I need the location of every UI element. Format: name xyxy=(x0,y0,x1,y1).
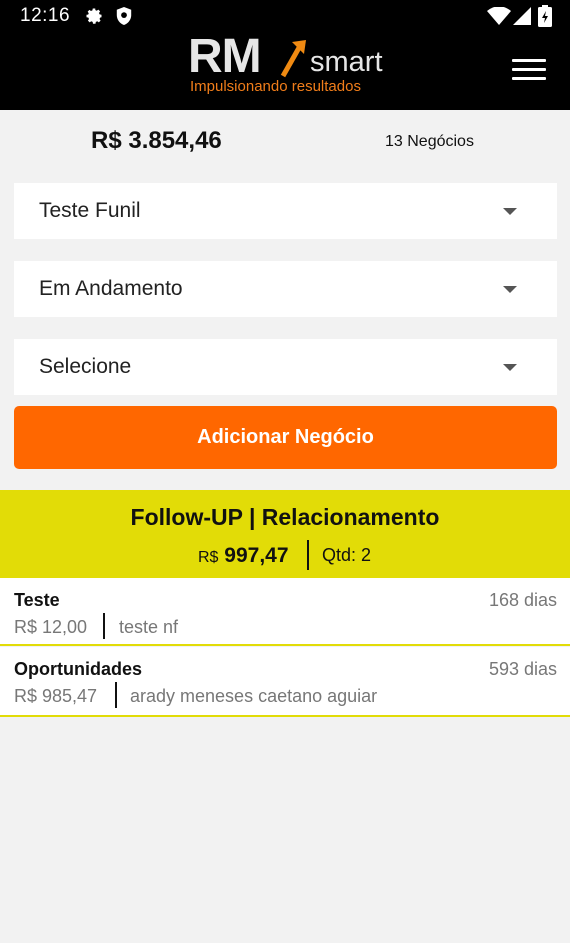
signal-icon xyxy=(513,7,531,25)
deal-title: Oportunidades xyxy=(14,659,143,679)
deal-days: 593 dias xyxy=(488,659,557,679)
divider xyxy=(307,540,309,570)
funnel-select-value: Teste Funil xyxy=(39,199,141,222)
total-value: R$ 3.854,46 xyxy=(91,127,222,154)
stage-header[interactable]: Follow-UP | Relacionamento R$ 997,47 Qtd… xyxy=(0,490,570,578)
gear-icon xyxy=(86,8,102,24)
logo-tagline: Impulsionando resultados xyxy=(190,78,361,95)
battery-icon xyxy=(538,5,552,27)
status-select-value: Em Andamento xyxy=(39,277,183,300)
third-select[interactable]: Selecione xyxy=(14,339,557,395)
deal-contact: teste nf xyxy=(119,617,179,637)
status-select[interactable]: Em Andamento xyxy=(14,261,557,317)
logo-suffix: smart xyxy=(310,46,383,78)
status-time: 12:16 xyxy=(20,5,71,26)
divider xyxy=(103,613,105,639)
funnel-select[interactable]: Teste Funil xyxy=(14,183,557,239)
stage-sum-value: 997,47 xyxy=(224,544,289,567)
caret-down-icon xyxy=(503,286,517,293)
arrow-up-icon xyxy=(280,40,306,78)
deal-value: R$ 12,00 xyxy=(14,617,88,637)
deal-days: 168 dias xyxy=(488,590,557,610)
wifi-icon xyxy=(487,7,511,25)
deal-row[interactable]: Oportunidades 593 dias R$ 985,47 arady m… xyxy=(0,647,570,717)
stage-sum: R$ 997,47 xyxy=(198,544,289,568)
deal-value: R$ 985,47 xyxy=(14,686,98,706)
third-select-value: Selecione xyxy=(39,355,132,378)
hamburger-menu-icon[interactable] xyxy=(512,59,546,83)
deal-row[interactable]: Teste 168 dias R$ 12,00 teste nf xyxy=(0,578,570,646)
shield-icon xyxy=(116,7,132,25)
deal-contact: arady meneses caetano aguiar xyxy=(130,686,378,706)
deal-count: 13 Negócios xyxy=(385,133,474,150)
stage-currency: R$ xyxy=(198,549,219,566)
brand-logo: RM smart Impulsionando resultados xyxy=(188,30,388,102)
caret-down-icon xyxy=(503,364,517,371)
caret-down-icon xyxy=(503,208,517,215)
logo-text: RM xyxy=(188,30,262,83)
deal-title: Teste xyxy=(14,590,60,610)
stage-qty: Qtd: 2 xyxy=(322,545,372,565)
app-header: RM smart Impulsionando resultados xyxy=(0,30,570,110)
divider xyxy=(115,682,117,708)
status-bar: 12:16 xyxy=(0,0,570,32)
add-deal-button[interactable]: Adicionar Negócio xyxy=(14,406,557,469)
stage-title: Follow-UP | Relacionamento xyxy=(130,504,440,530)
